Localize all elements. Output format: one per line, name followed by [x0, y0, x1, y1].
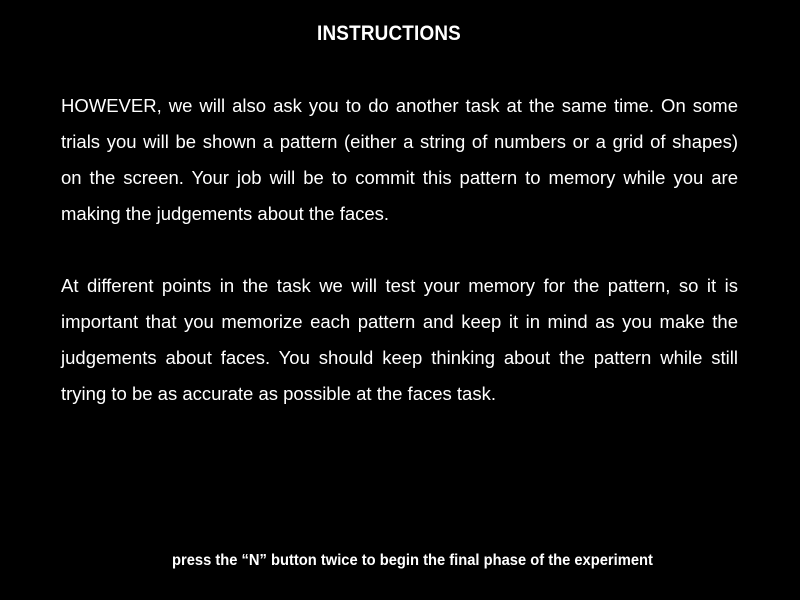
instruction-paragraph-2: At different points in the task we will … [61, 275, 738, 404]
instruction-paragraph-1: HOWEVER, we will also ask you to do anot… [61, 95, 738, 224]
continue-prompt: press the “N” button twice to begin the … [172, 552, 653, 569]
page-title: INSTRUCTIONS [317, 22, 461, 45]
